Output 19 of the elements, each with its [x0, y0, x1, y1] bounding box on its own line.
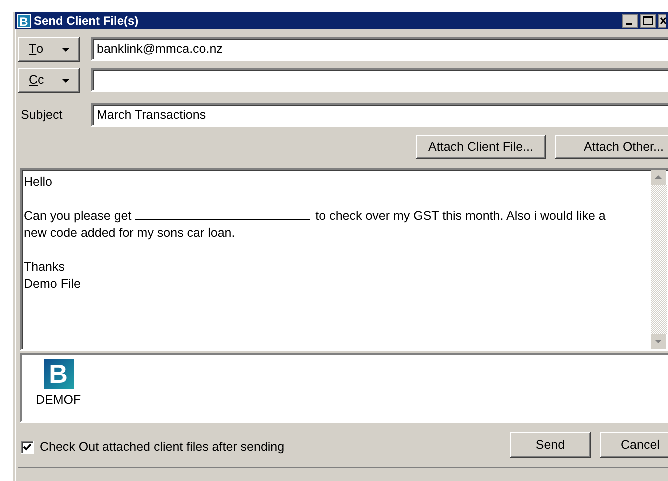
cc-dropdown-button[interactable]: Cc [18, 68, 80, 93]
message-text: Hello [24, 174, 54, 192]
attach-button[interactable]: Attach Other... [555, 135, 668, 160]
attach-button[interactable]: Attach Client File... [416, 135, 546, 160]
message-text: Demo File [24, 276, 82, 294]
message-text: Thanks [24, 259, 66, 276]
attachment-name[interactable]: DEMOF [36, 393, 82, 408]
subject-field[interactable]: March Transactions [91, 103, 668, 128]
message-body-field[interactable]: Hello Can you please get to check over my GST this month. Also i would like a new code added for my sons car loan. Thanks Demo File [20, 168, 668, 352]
cancel-button[interactable]: Cancel [600, 432, 668, 458]
to-dropdown-button[interactable]: To [18, 36, 80, 62]
checkbox-label[interactable]: Check Out attached client files after sending [40, 440, 285, 454]
client-file-icon[interactable]: B [44, 359, 74, 390]
message-text: Can you please get to check over my GST this month. Also i would like a new code added for my sons car loan. [24, 208, 607, 242]
subject-label: Subject [20, 108, 64, 122]
window-title: Send Client File(s) [34, 14, 140, 28]
to-field[interactable]: banklink@mmca.co.nz [91, 37, 668, 62]
app-logo-icon: B [17, 14, 31, 28]
send-button[interactable]: Send [510, 432, 591, 458]
